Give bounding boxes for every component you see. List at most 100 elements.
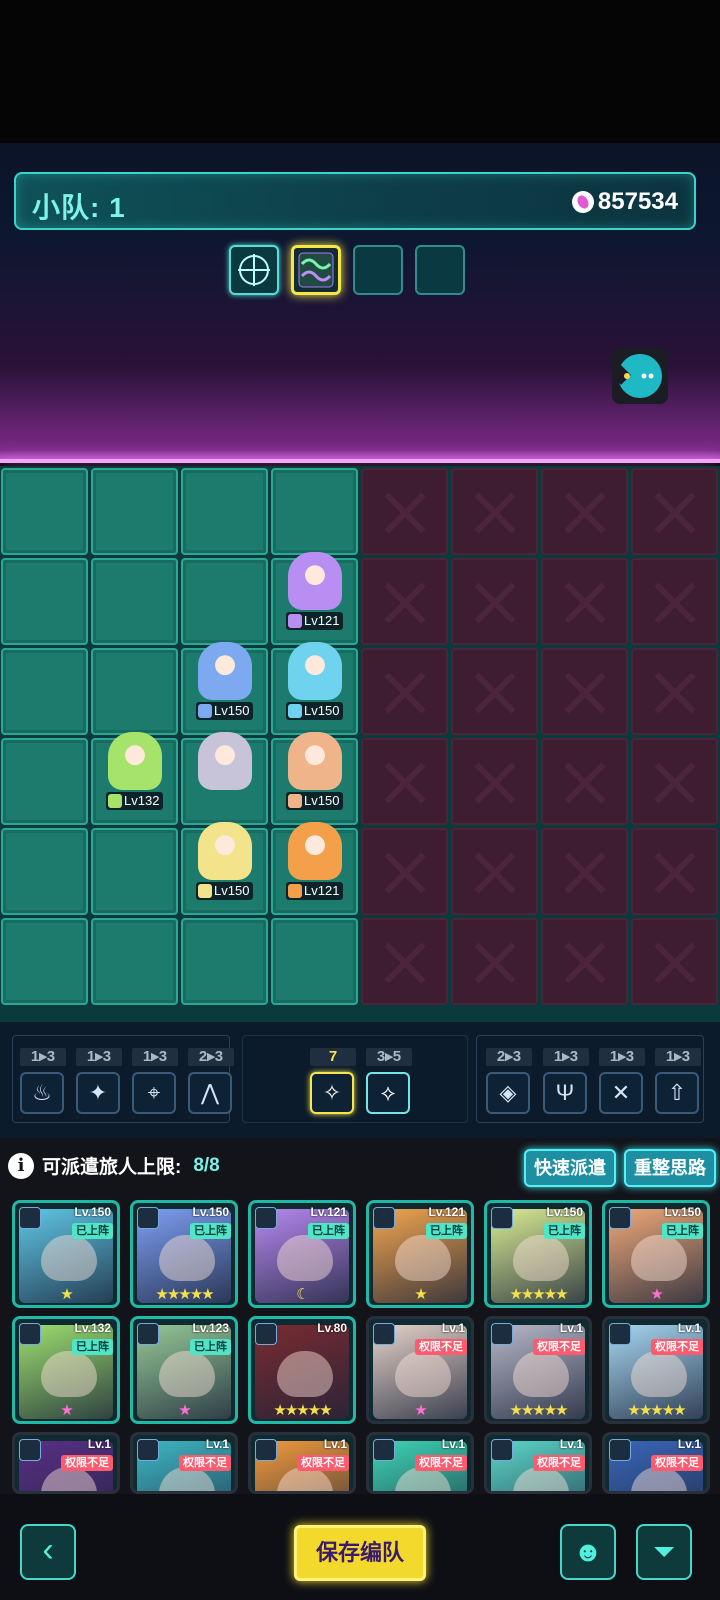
camp-icon: [255, 1207, 277, 1229]
board-cell-locked: [541, 468, 628, 555]
roster-card[interactable]: Lv.1 权限不足 ★★★★★: [484, 1316, 592, 1424]
power-display: 857534: [567, 186, 678, 218]
roster-card[interactable]: Lv.150 已上阵 ★: [12, 1200, 120, 1308]
camp-icon: [19, 1207, 41, 1229]
roster-card[interactable]: Lv.1 权限不足: [366, 1432, 474, 1494]
board-cell-ally[interactable]: [1, 468, 88, 555]
roster-card[interactable]: Lv.1 权限不足: [248, 1432, 356, 1494]
board-hero[interactable]: Lv150: [274, 640, 354, 720]
roster-card[interactable]: Lv.1 权限不足: [12, 1432, 120, 1494]
board-cell-ally[interactable]: [271, 468, 358, 555]
roster-card[interactable]: Lv.1 权限不足: [484, 1432, 592, 1494]
hero-sprite: [198, 822, 252, 880]
roster-card[interactable]: Lv.150 已上阵 ★★★★★: [484, 1200, 592, 1308]
board-cell-ally[interactable]: [91, 468, 178, 555]
camp-arrow-shield[interactable]: 1▸3 ⌖: [132, 1048, 178, 1114]
roster-card[interactable]: Lv.80 ★★★★★: [248, 1316, 356, 1424]
camp-count: 2▸3: [486, 1048, 532, 1066]
board-cell-locked: [541, 558, 628, 645]
star-rating: ★: [650, 1286, 663, 1303]
board-hero[interactable]: [184, 730, 264, 810]
board-cell-ally[interactable]: [91, 828, 178, 915]
camp-star-burst[interactable]: 7 ✧: [310, 1048, 356, 1114]
reset-thoughts-button[interactable]: 重整思路: [624, 1149, 716, 1187]
board-cell-ally[interactable]: [1, 918, 88, 1005]
roster-card[interactable]: Lv.121 已上阵 ☾: [248, 1200, 356, 1308]
camp-icon: [19, 1439, 41, 1461]
camp-helmet[interactable]: 1▸3 Ψ: [543, 1048, 589, 1114]
squad-label: 小队: 1: [32, 192, 126, 223]
star-rating: ★★★★★: [509, 1286, 568, 1303]
info-icon[interactable]: i: [8, 1152, 34, 1179]
roster-card[interactable]: Lv.132 已上阵 ★: [12, 1316, 120, 1424]
roster-card[interactable]: Lv.1 权限不足: [130, 1432, 238, 1494]
card-level: Lv.1: [559, 1437, 583, 1451]
board-hero[interactable]: Lv150: [184, 820, 264, 900]
board-cell-ally[interactable]: [1, 648, 88, 735]
board-cell-ally[interactable]: [91, 648, 178, 735]
brain-head-icon: ☻: [573, 1536, 603, 1567]
star-rating: ★★★★★: [273, 1402, 332, 1419]
roster-card[interactable]: Lv.1 权限不足: [602, 1432, 710, 1494]
deployed-badge: 已上阵: [190, 1339, 231, 1355]
board-cell-locked: [631, 918, 718, 1005]
board-cell-ally[interactable]: [1, 828, 88, 915]
save-formation-button[interactable]: 保存编队: [294, 1525, 426, 1581]
insufficient-access-badge: 权限不足: [533, 1339, 585, 1355]
camp-count: 2▸3: [188, 1048, 234, 1066]
board-cell-locked: [361, 828, 448, 915]
board-cell-ally[interactable]: [181, 918, 268, 1005]
board-cell-ally[interactable]: [91, 558, 178, 645]
flame-icon: ♨: [20, 1072, 64, 1114]
board-hero[interactable]: Lv132: [94, 730, 174, 810]
board-hero[interactable]: Lv150: [184, 640, 264, 720]
brain-button[interactable]: ☻: [560, 1524, 616, 1580]
camp-count: 3▸5: [366, 1048, 412, 1066]
camp-diamond-crest[interactable]: 2▸3 ◈: [486, 1048, 532, 1114]
board-cell-ally[interactable]: [181, 468, 268, 555]
board-cell-locked: [631, 738, 718, 825]
roster-card[interactable]: Lv.121 已上阵 ★: [366, 1200, 474, 1308]
board-hero[interactable]: Lv150: [274, 730, 354, 810]
helmet-icon: Ψ: [543, 1072, 587, 1114]
board-cell-ally[interactable]: [1, 558, 88, 645]
star-rating: ★: [178, 1402, 191, 1419]
formation-slot-4[interactable]: [415, 245, 465, 295]
camp-flame[interactable]: 1▸3 ♨: [20, 1048, 66, 1114]
formation-slot-1[interactable]: [229, 245, 279, 295]
filter-button[interactable]: ⏷: [636, 1524, 692, 1580]
board-cell-locked: [451, 648, 538, 735]
insufficient-access-badge: 权限不足: [533, 1455, 585, 1471]
board-cell-ally[interactable]: [181, 558, 268, 645]
roster-card[interactable]: Lv.123 已上阵 ★: [130, 1316, 238, 1424]
camp-mountain[interactable]: 2▸3 ⋀: [188, 1048, 234, 1114]
back-button[interactable]: ‹: [20, 1524, 76, 1580]
camp-crest[interactable]: 3▸5 ⟡: [366, 1048, 412, 1114]
star-rating: ★★★★★: [155, 1286, 214, 1303]
hero-sprite: [198, 642, 252, 700]
arrow-shield-icon: ⌖: [132, 1072, 176, 1114]
board-hero[interactable]: Lv121: [274, 550, 354, 630]
formation-slot-2[interactable]: [291, 245, 341, 295]
board-hero[interactable]: Lv121: [274, 820, 354, 900]
board-cell-ally[interactable]: [1, 738, 88, 825]
dispatch-limit-value: 8/8: [193, 1154, 220, 1176]
camp-icon: [609, 1323, 631, 1345]
roster-card[interactable]: Lv.150 已上阵 ★: [602, 1200, 710, 1308]
camp-crossed-swords[interactable]: 1▸3 ✕: [599, 1048, 645, 1114]
camp-shuriken[interactable]: 1▸3 ✦: [76, 1048, 122, 1114]
formation-slot-3[interactable]: [353, 245, 403, 295]
board-cell-ally[interactable]: [271, 918, 358, 1005]
chat-button[interactable]: [612, 348, 668, 404]
roster-card[interactable]: Lv.1 权限不足 ★★★★★: [602, 1316, 710, 1424]
quick-dispatch-button[interactable]: 快速派遣: [524, 1149, 616, 1187]
board-cell-locked: [361, 648, 448, 735]
camp-count: 1▸3: [599, 1048, 645, 1066]
board-cell-locked: [541, 738, 628, 825]
camp-up-arrow[interactable]: 1▸3 ⇧: [655, 1048, 701, 1114]
board-cell-ally[interactable]: [91, 918, 178, 1005]
star-rating: ★★★★★: [627, 1402, 686, 1419]
roster-card[interactable]: Lv.1 权限不足 ★: [366, 1316, 474, 1424]
roster-card[interactable]: Lv.150 已上阵 ★★★★★: [130, 1200, 238, 1308]
battle-board: Lv121 Lv150 Lv150 Lv132 Lv150 Lv150 Lv121: [0, 466, 720, 1022]
